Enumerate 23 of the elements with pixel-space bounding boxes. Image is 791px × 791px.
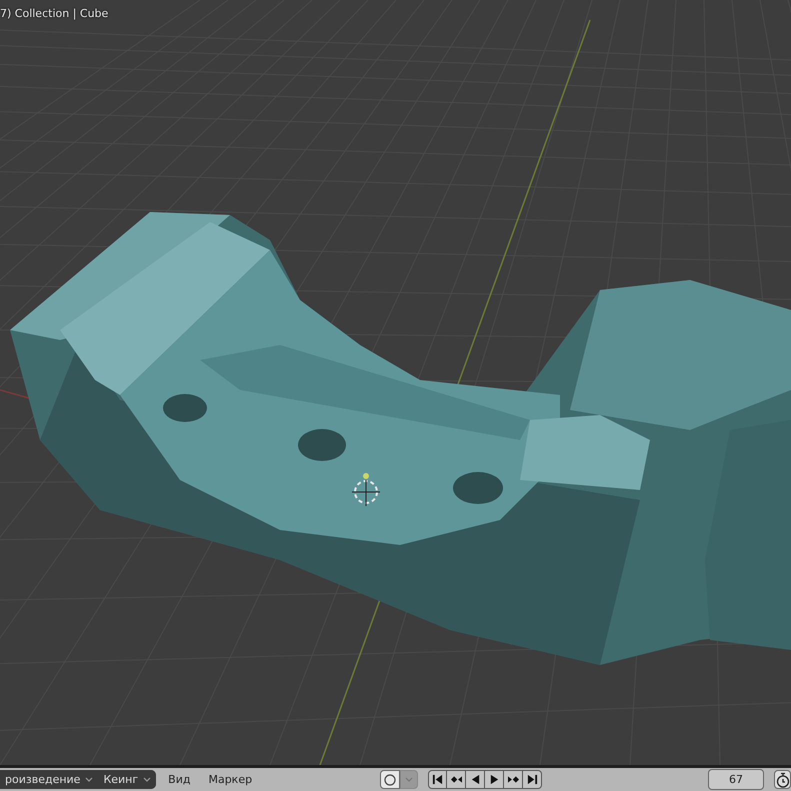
menu-item[interactable]: Вид [162,770,196,789]
jump-start-button[interactable] [428,770,448,789]
previous-keyframe-button[interactable] [447,770,466,789]
previous-keyframe-icon [450,774,462,785]
jump-start-icon [432,774,444,785]
record-button[interactable] [380,770,400,789]
jump-end-button[interactable] [523,770,542,789]
jump-end-icon [526,774,538,785]
record-icon [384,774,396,786]
play-reverse-button[interactable] [466,770,486,789]
chevron-icon [85,777,94,782]
next-keyframe-button[interactable] [504,770,524,789]
play-button[interactable] [485,770,504,789]
viewport-info: 7) Collection | Cube [0,7,108,20]
menu-item[interactable]: Маркер [202,770,258,789]
chevron-icon [143,777,152,782]
current-frame-field[interactable]: 67 [708,769,764,790]
3d-cursor-icon[interactable] [352,473,380,506]
next-keyframe-icon [508,774,519,785]
play-reverse-icon [470,774,481,785]
stopwatch-button[interactable] [774,770,791,789]
chevron-icon [405,777,414,782]
play-icon [488,774,500,785]
